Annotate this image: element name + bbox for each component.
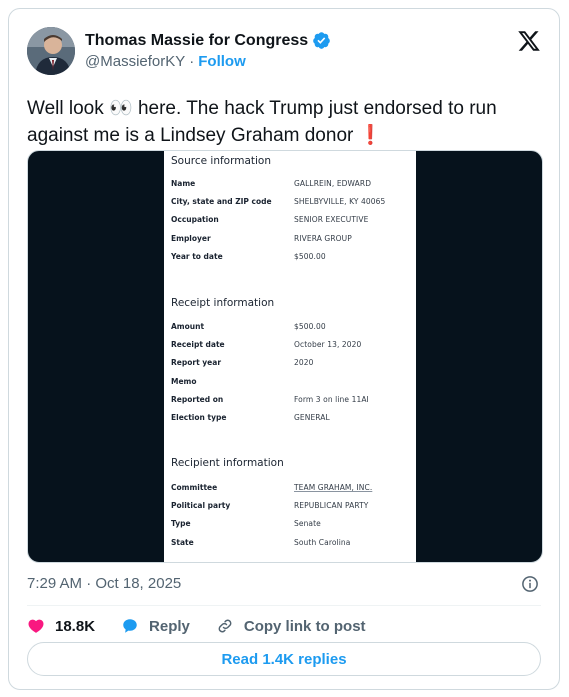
author-name-row[interactable]: Thomas Massie for Congress <box>85 31 331 50</box>
doc-row: City, state and ZIP code SHELBYVILLE, KY… <box>171 197 411 211</box>
doc-value: $500.00 <box>294 322 326 331</box>
doc-row: Reported on Form 3 on line 11AI <box>171 395 411 409</box>
verified-badge-icon <box>312 31 331 50</box>
doc-row: State South Carolina <box>171 538 411 552</box>
read-replies-button[interactable]: Read 1.4K replies <box>27 642 541 676</box>
like-button[interactable]: 18.8K <box>27 617 95 635</box>
doc-section-title: Recipient information <box>171 457 284 469</box>
author-handle-row: @MassieforKY · Follow <box>85 53 246 70</box>
doc-row: Employer RIVERA GROUP <box>171 234 411 248</box>
doc-row: Amount $500.00 <box>171 322 411 336</box>
doc-label: Amount <box>171 322 205 331</box>
doc-row: Receipt date October 13, 2020 <box>171 340 411 354</box>
doc-value: TEAM GRAHAM, INC. <box>294 483 373 492</box>
doc-value: 2020 <box>294 358 314 367</box>
doc-label: Memo <box>171 377 197 386</box>
copy-link-label: Copy link to post <box>243 617 366 635</box>
heart-icon <box>28 619 44 633</box>
doc-row: Memo <box>171 377 411 391</box>
tweet-card: Thomas Massie for Congress @MassieforKY … <box>8 8 560 690</box>
doc-label: Election type <box>171 413 227 422</box>
doc-label: Political party <box>171 501 231 510</box>
doc-label: Committee <box>171 483 218 492</box>
author-handle[interactable]: @MassieforKY <box>85 53 185 70</box>
doc-value: October 13, 2020 <box>294 340 362 349</box>
like-count: 18.8K <box>55 617 96 635</box>
doc-section-title: Source information <box>171 155 272 167</box>
doc-label: State <box>171 538 194 547</box>
doc-value: South Carolina <box>294 538 351 547</box>
doc-label: Employer <box>171 234 211 243</box>
doc-label: Occupation <box>171 215 219 224</box>
tweet-media-image[interactable]: Source information Name GALLREIN, EDWARD… <box>27 150 543 563</box>
doc-section-title: Receipt information <box>171 297 275 309</box>
doc-label: Year to date <box>171 252 223 261</box>
doc-row: Year to date $500.00 <box>171 252 411 266</box>
avatar[interactable] <box>27 27 75 75</box>
reply-bubble-icon <box>123 619 137 633</box>
doc-value: Form 3 on line 11AI <box>294 395 369 404</box>
doc-label: Report year <box>171 358 222 367</box>
avatar-image <box>27 27 75 75</box>
doc-row: Name GALLREIN, EDWARD <box>171 179 411 193</box>
doc-row: Election type GENERAL <box>171 413 411 427</box>
doc-row: Occupation SENIOR EXECUTIVE <box>171 215 411 229</box>
fec-receipt-document: Source information Name GALLREIN, EDWARD… <box>164 151 416 562</box>
doc-label: Reported on <box>171 395 224 404</box>
follow-button[interactable]: Follow <box>198 53 246 70</box>
copy-link-button[interactable]: Copy link to post <box>216 617 366 635</box>
x-logo-icon[interactable] <box>517 29 541 53</box>
doc-label: Type <box>171 519 191 528</box>
tweet-text: Well look 👀 here. The hack Trump just en… <box>27 98 497 146</box>
reply-button[interactable]: Reply <box>121 617 190 635</box>
doc-value: REPUBLICAN PARTY <box>294 501 369 510</box>
link-icon <box>218 619 232 633</box>
tweet-timestamp[interactable]: 7:29 AM · Oct 18, 2025 <box>27 575 181 592</box>
doc-value: RIVERA GROUP <box>294 234 352 243</box>
doc-label: Name <box>171 179 196 188</box>
info-icon[interactable] <box>521 575 539 593</box>
divider <box>27 605 541 606</box>
doc-value: SHELBYVILLE, KY 40065 <box>294 197 386 206</box>
doc-value: SENIOR EXECUTIVE <box>294 215 369 224</box>
reply-label: Reply <box>149 617 190 635</box>
author-display-name[interactable]: Thomas Massie for Congress <box>85 32 308 50</box>
doc-row: Political party REPUBLICAN PARTY <box>171 501 411 515</box>
doc-value: Senate <box>294 519 321 528</box>
doc-value: $500.00 <box>294 252 326 261</box>
doc-label: Receipt date <box>171 340 225 349</box>
doc-value: GENERAL <box>294 413 330 422</box>
action-bar: 18.8K Reply Copy link to post <box>27 614 392 638</box>
doc-row: Type Senate <box>171 519 411 533</box>
doc-row: Committee TEAM GRAHAM, INC. <box>171 483 411 497</box>
handle-separator: · <box>189 53 195 70</box>
doc-label: City, state and ZIP code <box>171 197 272 206</box>
doc-value: GALLREIN, EDWARD <box>294 179 372 188</box>
doc-row: Report year 2020 <box>171 358 411 372</box>
